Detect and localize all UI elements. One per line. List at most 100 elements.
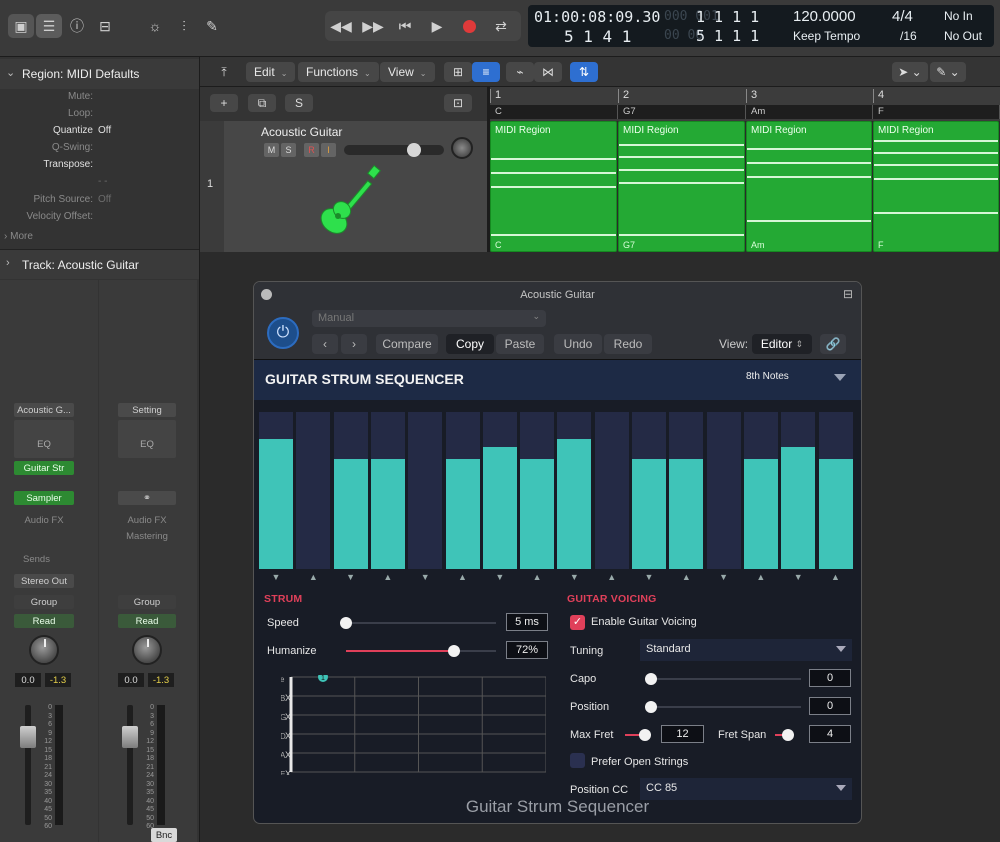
automation-mode[interactable]: Read bbox=[14, 614, 74, 628]
strum-up-icon[interactable]: ▲ bbox=[819, 572, 853, 582]
mixer-icon[interactable]: ⫶ bbox=[171, 14, 197, 38]
record-enable-button[interactable]: R bbox=[304, 143, 319, 157]
strum-down-icon[interactable]: ▼ bbox=[259, 572, 293, 582]
sends-slot[interactable]: Sends bbox=[14, 552, 59, 566]
step-slider[interactable] bbox=[743, 412, 778, 569]
next-preset-button[interactable]: › bbox=[341, 334, 367, 354]
view-menu[interactable]: View ⌄ bbox=[380, 62, 435, 82]
capo-value[interactable]: 0 bbox=[809, 669, 851, 687]
midi-region[interactable]: MIDI Region C bbox=[490, 121, 617, 252]
step-slider[interactable] bbox=[259, 412, 293, 569]
ruler[interactable]: 1 2 3 4 C G7 Am F bbox=[490, 87, 1000, 121]
inspector-row[interactable]: Loop: bbox=[0, 108, 199, 124]
capo-slider-thumb[interactable] bbox=[645, 673, 657, 685]
strum-up-icon[interactable]: ▲ bbox=[744, 572, 778, 582]
pan-knob[interactable] bbox=[29, 635, 59, 665]
fret-span-slider-thumb[interactable] bbox=[782, 729, 794, 741]
pencil-tool-icon[interactable]: ✎ ⌄ bbox=[930, 62, 966, 82]
strum-down-icon[interactable]: ▼ bbox=[781, 572, 815, 582]
midi-fx-slot[interactable]: Guitar Str bbox=[14, 461, 74, 475]
inspector-row[interactable]: Transpose: bbox=[0, 159, 199, 175]
mute-button[interactable]: M bbox=[264, 143, 279, 157]
help-button[interactable]: ⓘ bbox=[64, 14, 90, 38]
strum-up-icon[interactable]: ▲ bbox=[520, 572, 554, 582]
fret-span-value[interactable]: 4 bbox=[809, 725, 851, 743]
pan-knob[interactable] bbox=[132, 635, 162, 665]
fast-forward-icon[interactable]: ▶▶ bbox=[359, 13, 387, 39]
setting-button[interactable]: Setting bbox=[118, 403, 176, 417]
global-solo-button[interactable]: S bbox=[285, 94, 313, 112]
functions-menu[interactable]: Functions ⌄ bbox=[298, 62, 379, 82]
track-volume-slider[interactable] bbox=[344, 143, 444, 157]
paste-button[interactable]: Paste bbox=[496, 334, 544, 354]
strum-up-icon[interactable]: ▲ bbox=[446, 572, 480, 582]
lcd-display[interactable]: 01:00:08:09.30 000 001 1 1 1 1 5 1 4 1 0… bbox=[528, 5, 994, 47]
step-slider[interactable] bbox=[482, 412, 517, 569]
more-toggle[interactable]: › More bbox=[4, 231, 33, 242]
toolbar-toggle-button[interactable]: ⊟ bbox=[92, 14, 118, 38]
track-pan-knob[interactable] bbox=[451, 137, 473, 159]
speed-slider[interactable] bbox=[346, 622, 496, 624]
chord-marker[interactable]: F bbox=[873, 105, 1000, 119]
strum-up-icon[interactable]: ▲ bbox=[669, 572, 703, 582]
inspector-row[interactable]: Velocity Offset: bbox=[0, 211, 199, 227]
humanize-slider-thumb[interactable] bbox=[448, 645, 460, 657]
step-slider[interactable] bbox=[445, 412, 480, 569]
prefer-open-strings-checkbox[interactable] bbox=[570, 753, 585, 768]
link-icon[interactable]: 🔗 bbox=[820, 334, 846, 354]
audio-fx-mastering[interactable]: Mastering bbox=[118, 529, 176, 543]
power-icon[interactable]: ⏻ bbox=[267, 317, 299, 349]
strum-down-icon[interactable]: ▼ bbox=[707, 572, 741, 582]
input-monitor-button[interactable]: I bbox=[321, 143, 336, 157]
previous-preset-button[interactable]: ‹ bbox=[312, 334, 338, 354]
channel-name[interactable]: Bnc bbox=[151, 828, 177, 842]
volume-fader-cap[interactable] bbox=[122, 726, 138, 748]
chord-marker[interactable]: C bbox=[490, 105, 618, 119]
inspector-row[interactable]: - - bbox=[0, 176, 199, 192]
compare-button[interactable]: Compare bbox=[376, 334, 438, 354]
preset-menu[interactable]: Manual ⌄ bbox=[312, 310, 546, 327]
rewind-icon[interactable]: ◀◀ bbox=[327, 13, 355, 39]
inspector-row[interactable]: Mute: bbox=[0, 91, 199, 107]
plugin-title-bar[interactable]: Acoustic Guitar ⊟ bbox=[254, 282, 861, 308]
track-inspector-header[interactable]: › Track: Acoustic Guitar bbox=[0, 249, 199, 279]
chord-marker[interactable]: Am bbox=[746, 105, 873, 119]
edit-menu[interactable]: Edit ⌄ bbox=[246, 62, 296, 82]
duplicate-track-icon[interactable]: ⧉ bbox=[248, 94, 276, 112]
step-slider[interactable] bbox=[296, 412, 331, 569]
catch-icon[interactable]: ⤒ bbox=[210, 62, 238, 82]
inspector-row[interactable]: Pitch Source: Off bbox=[0, 194, 199, 210]
output-slot[interactable]: Stereo Out bbox=[14, 574, 74, 588]
smart-controls-icon[interactable]: ☼ bbox=[142, 14, 168, 38]
go-to-start-icon[interactable]: ⏮ bbox=[391, 13, 419, 39]
redo-button[interactable]: Redo bbox=[604, 334, 652, 354]
tuning-dropdown[interactable]: Standard bbox=[640, 639, 852, 661]
speed-value[interactable]: 5 ms bbox=[506, 613, 548, 631]
position-value[interactable]: 0 bbox=[809, 697, 851, 715]
region-inspector-header[interactable]: ⌄ Region: MIDI Defaults bbox=[0, 59, 199, 89]
inspector-row[interactable]: Q-Swing: bbox=[0, 142, 199, 158]
strum-down-icon[interactable]: ▼ bbox=[483, 572, 517, 582]
fretboard-diagram[interactable]: eBXGXDXAXEX1 bbox=[280, 672, 547, 779]
note-value-dropdown[interactable]: 8th Notes bbox=[746, 371, 848, 389]
undo-button[interactable]: Undo bbox=[554, 334, 602, 354]
strum-down-icon[interactable]: ▼ bbox=[334, 572, 368, 582]
step-slider[interactable] bbox=[520, 412, 555, 569]
group-slot[interactable]: Group bbox=[118, 595, 176, 609]
expand-icon[interactable]: ⊟ bbox=[843, 287, 853, 301]
step-slider[interactable] bbox=[706, 412, 741, 569]
track-volume-thumb[interactable] bbox=[407, 143, 421, 157]
record-icon[interactable] bbox=[455, 13, 483, 39]
eq-display[interactable]: EQ bbox=[14, 420, 74, 458]
inspector-row[interactable]: Quantize Off bbox=[0, 125, 199, 141]
track-header-options-icon[interactable]: ⊡ bbox=[444, 94, 472, 112]
audio-fx-slot[interactable]: Audio FX bbox=[14, 513, 74, 527]
copy-button[interactable]: Copy bbox=[446, 334, 494, 354]
strum-up-icon[interactable]: ▲ bbox=[296, 572, 330, 582]
inspector-button[interactable]: ☰ bbox=[36, 14, 62, 38]
speed-slider-thumb[interactable] bbox=[340, 617, 352, 629]
automation-icon[interactable]: ⌁ bbox=[506, 62, 534, 82]
step-slider[interactable] bbox=[594, 412, 629, 569]
add-track-button[interactable]: + bbox=[210, 94, 238, 112]
step-slider[interactable] bbox=[557, 412, 592, 569]
